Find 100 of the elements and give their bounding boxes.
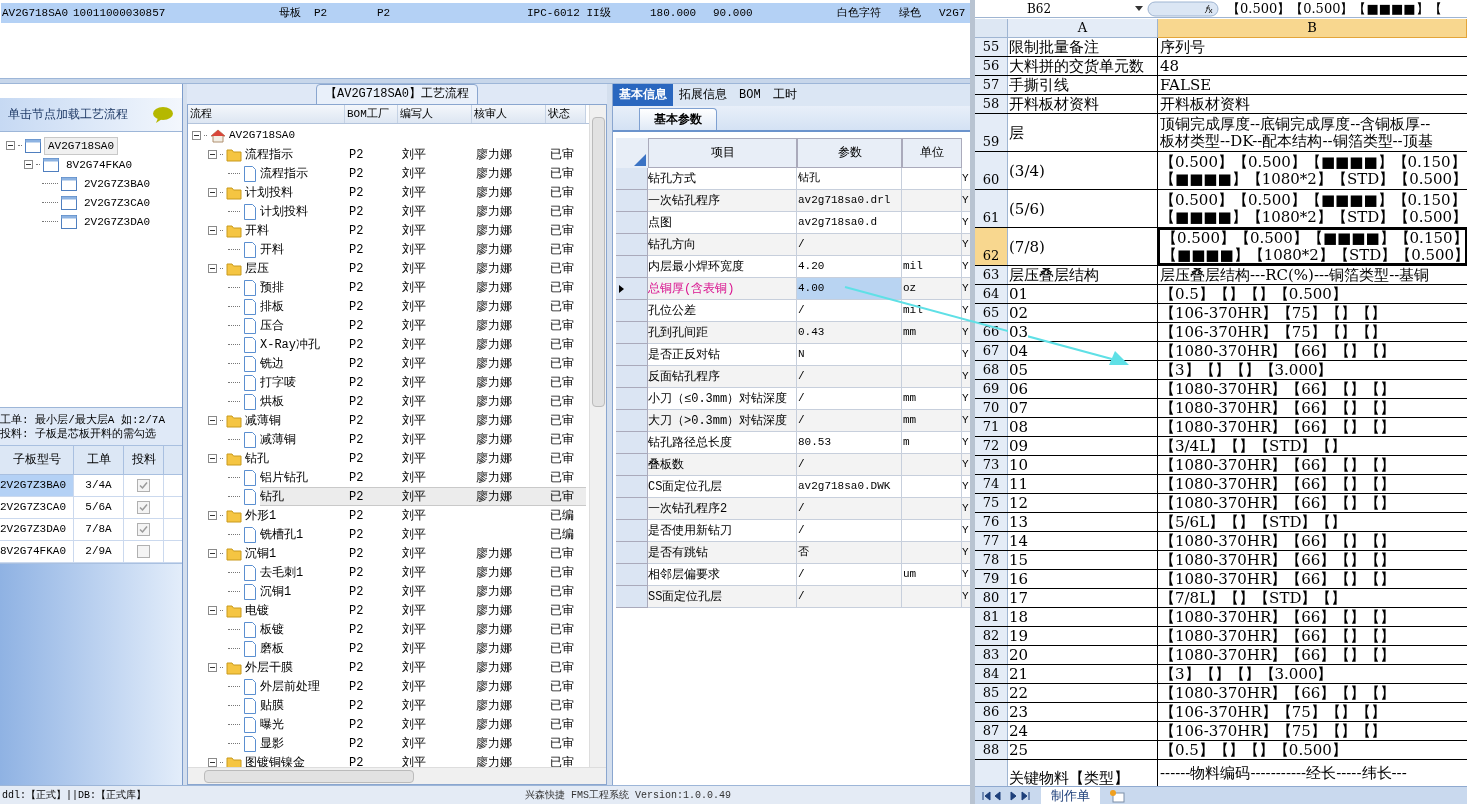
collapse-icon[interactable] [208, 416, 217, 425]
row-header[interactable] [616, 542, 648, 564]
tab[interactable]: BOM [733, 84, 767, 106]
tab[interactable]: 拓展信息 [673, 84, 733, 106]
checkbox[interactable] [137, 501, 150, 514]
tree-node[interactable]: 流程指示 [245, 145, 345, 164]
tree-node[interactable]: 图镀铜镍金 [245, 753, 345, 767]
row-header[interactable]: 83 [975, 646, 1008, 664]
row-header[interactable]: 82 [975, 627, 1008, 645]
row-header[interactable]: 85 [975, 684, 1008, 702]
row-header[interactable]: 64 [975, 285, 1008, 303]
row-header[interactable]: 77 [975, 532, 1008, 550]
tree-node[interactable]: 流程指示 [260, 164, 345, 183]
row-header[interactable] [616, 476, 648, 498]
row-header[interactable]: 76 [975, 513, 1008, 531]
row-header[interactable] [616, 498, 648, 520]
tree-node[interactable]: 烘板 [260, 392, 345, 411]
row-header[interactable]: 88 [975, 741, 1008, 759]
column-header[interactable]: 单位 [902, 138, 962, 168]
tree-node[interactable]: 外形1 [245, 506, 345, 525]
tree-node[interactable]: 层压 [245, 259, 345, 278]
row-header[interactable]: 67 [975, 342, 1008, 360]
row-header[interactable] [616, 322, 648, 344]
row-header[interactable]: 57 [975, 76, 1008, 94]
collapse-icon[interactable] [208, 606, 217, 615]
row-header[interactable]: 75 [975, 494, 1008, 512]
row-header[interactable]: 78 [975, 551, 1008, 569]
row-header[interactable] [616, 454, 648, 476]
row-header[interactable]: 81 [975, 608, 1008, 626]
scroll-thumb[interactable] [591, 117, 605, 407]
row-header[interactable]: 72 [975, 437, 1008, 455]
tree-node[interactable]: 电镀 [245, 601, 345, 620]
select-all-corner[interactable] [975, 19, 1008, 38]
column-header[interactable]: 项目 [648, 138, 797, 168]
column-header[interactable]: 状态 [546, 105, 586, 123]
collapse-icon[interactable] [192, 131, 201, 140]
collapse-icon[interactable] [208, 188, 217, 197]
row-header[interactable]: 79 [975, 570, 1008, 588]
collapse-icon[interactable] [208, 150, 217, 159]
row-header[interactable]: 60 [975, 152, 1008, 189]
row-header[interactable] [616, 388, 648, 410]
horizontal-scrollbar[interactable] [188, 767, 606, 784]
row-header[interactable] [616, 344, 648, 366]
tree-node[interactable]: 外层干膜 [245, 658, 345, 677]
tree-node[interactable]: 减薄铜 [260, 430, 345, 449]
row-header[interactable] [616, 432, 648, 454]
row-header[interactable] [975, 760, 1008, 786]
tree-node[interactable]: 贴膜 [260, 696, 345, 715]
row-header[interactable]: 74 [975, 475, 1008, 493]
collapse-icon[interactable] [208, 511, 217, 520]
column-header[interactable]: 编写人 [398, 105, 472, 123]
checkbox[interactable] [137, 545, 150, 558]
tree-node[interactable]: 铣边 [260, 354, 345, 373]
tab[interactable]: 工时 [766, 84, 803, 106]
column-header[interactable]: 流程 [188, 105, 345, 123]
row-header[interactable]: 56 [975, 57, 1008, 75]
row-header[interactable]: 65 [975, 304, 1008, 322]
tree-node[interactable]: 2V2G7Z3DA0 [80, 212, 154, 231]
tree-node[interactable]: 磨板 [260, 639, 345, 658]
column-header[interactable]: 工单 [74, 446, 124, 474]
row-header[interactable]: 68 [975, 361, 1008, 379]
row-header[interactable] [616, 586, 648, 608]
row-header[interactable]: 80 [975, 589, 1008, 607]
collapse-icon[interactable] [208, 758, 217, 767]
tree-node[interactable]: 铣槽孔1 [260, 525, 345, 544]
collapse-icon[interactable] [208, 663, 217, 672]
tree-node[interactable]: 钻孔 [260, 487, 345, 506]
row-header[interactable] [616, 256, 648, 278]
tree-node[interactable]: 2V2G7Z3BA0 [80, 174, 154, 193]
collapse-icon[interactable] [208, 454, 217, 463]
row-header[interactable]: 71 [975, 418, 1008, 436]
column-header[interactable]: A [1008, 19, 1158, 38]
scroll-thumb[interactable] [204, 769, 414, 783]
tree-node[interactable]: 曝光 [260, 715, 345, 734]
tree-node[interactable]: 外层前处理 [260, 677, 345, 696]
tree-node[interactable]: 去毛刺1 [260, 563, 345, 582]
tab[interactable]: 基本信息 [613, 84, 673, 106]
row-header[interactable] [616, 300, 648, 322]
splitter[interactable] [970, 0, 975, 804]
tree-node[interactable]: 8V2G74FKA0 [62, 155, 136, 174]
tree-node[interactable]: 计划投料 [260, 202, 345, 221]
vertical-scrollbar[interactable] [589, 105, 606, 767]
row-header[interactable]: 55 [975, 38, 1008, 56]
row-header[interactable]: 84 [975, 665, 1008, 683]
row-header[interactable]: 59 [975, 114, 1008, 151]
splitter[interactable] [0, 78, 970, 84]
tree-node[interactable]: 沉铜1 [260, 582, 345, 601]
column-header[interactable]: 参数 [797, 138, 902, 168]
sub-tab[interactable]: 基本参数 [639, 108, 717, 130]
active-cell[interactable]: 【0.500】【0.500】【■■■■】【0.150】 【■■■■】【1080*2】【STD】【0.500】 [1158, 228, 1467, 265]
tree-node[interactable]: 打字唛 [260, 373, 345, 392]
collapse-icon[interactable] [24, 160, 33, 169]
collapse-icon[interactable] [6, 141, 15, 150]
tree-node[interactable]: 钻孔 [245, 449, 345, 468]
row-header[interactable]: 87 [975, 722, 1008, 740]
row-header[interactable] [616, 234, 648, 256]
row-header[interactable] [616, 366, 648, 388]
collapse-icon[interactable] [208, 226, 217, 235]
row-header[interactable] [616, 190, 648, 212]
row-header[interactable]: 70 [975, 399, 1008, 417]
